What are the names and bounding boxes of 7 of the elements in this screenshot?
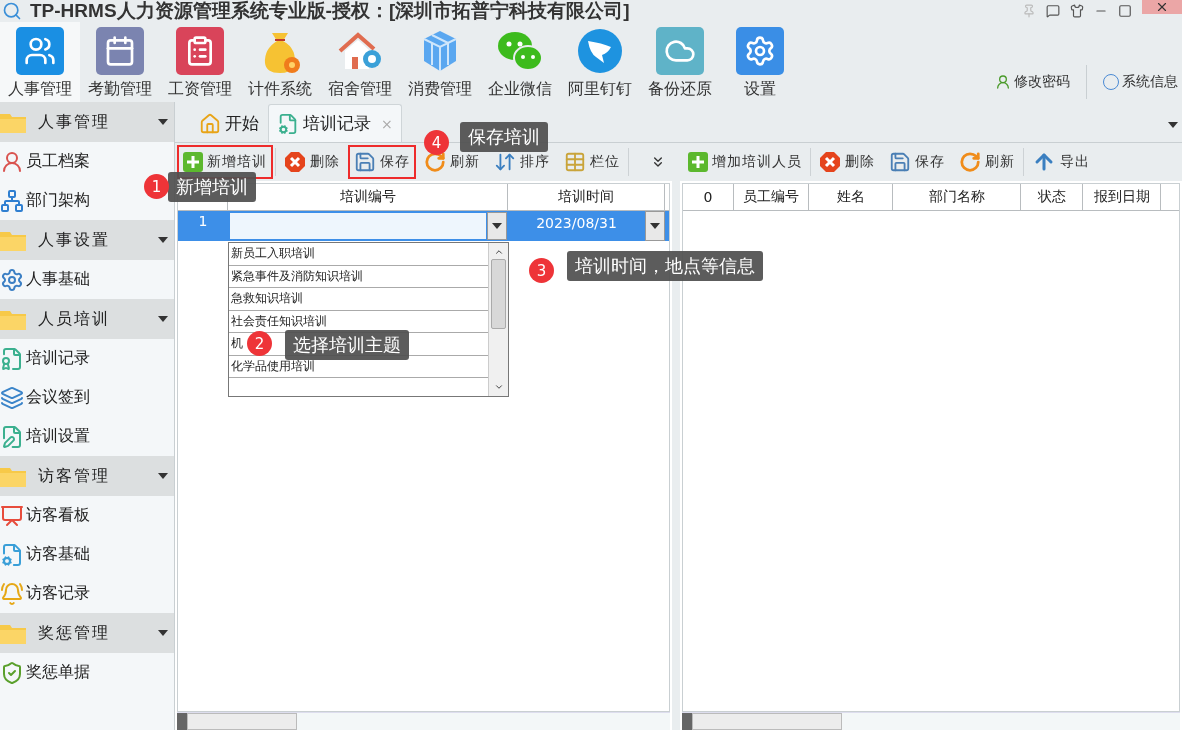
callout-tooltip: 选择培训主题 [285,330,409,360]
window-title: TP-HRMS人力资源管理系统专业版-授权：[深圳市拓普宁科技有限公司] [30,0,630,23]
callout-tooltip: 保存培训 [460,122,548,152]
callout-tooltip: 培训时间，地点等信息 [567,251,763,281]
callout-tooltip: 新增培训 [168,172,256,202]
step-number-badge: 4 [424,130,449,155]
row-number: 1 [197,212,209,231]
